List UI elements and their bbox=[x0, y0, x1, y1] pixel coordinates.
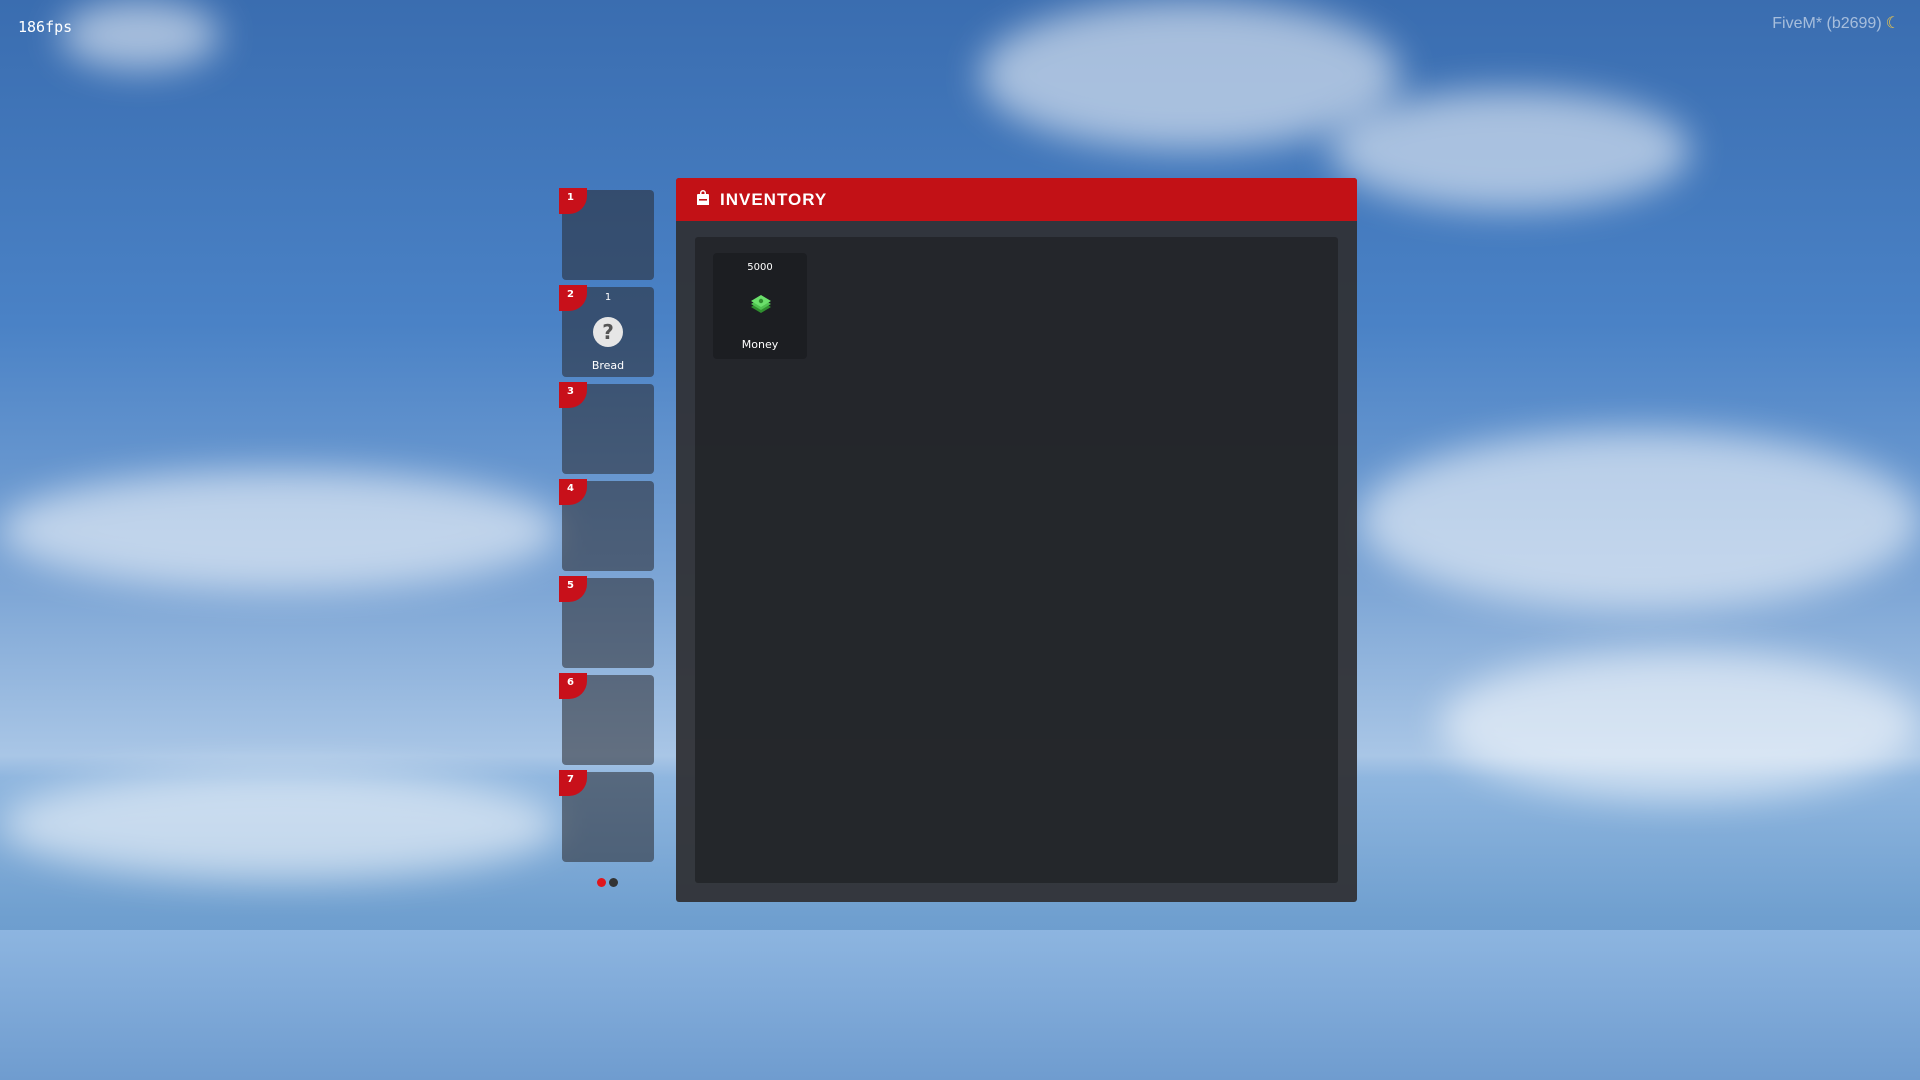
hotbar-slot-3[interactable]: 3 bbox=[559, 382, 654, 474]
slot-number: 3 bbox=[559, 382, 587, 408]
slot-number: 6 bbox=[559, 673, 587, 699]
build-label: FiveM* (b2699) ☾ bbox=[1772, 13, 1900, 33]
page-dot-2[interactable] bbox=[609, 878, 618, 887]
inventory-grid: 5000 Money bbox=[695, 237, 1338, 883]
inventory-title: INVENTORY bbox=[720, 189, 828, 209]
hotbar-slot-2[interactable]: 2 1 ? Bread bbox=[559, 285, 654, 377]
cloud bbox=[1360, 430, 1920, 610]
inventory-panel: INVENTORY 5000 Money bbox=[676, 178, 1357, 902]
cloud bbox=[0, 770, 560, 880]
cloud bbox=[0, 470, 560, 590]
slot-number: 1 bbox=[559, 188, 587, 214]
hotbar-pager bbox=[597, 878, 618, 887]
backpack-icon bbox=[696, 189, 710, 210]
slot-number: 4 bbox=[559, 479, 587, 505]
slot-count: 1 bbox=[604, 292, 612, 303]
cloud bbox=[980, 0, 1400, 150]
item-count: 5000 bbox=[747, 262, 773, 273]
cloud bbox=[60, 0, 220, 70]
hotbar: 1 2 1 ? Bread 3 4 5 6 7 bbox=[559, 188, 656, 869]
cloud bbox=[1330, 90, 1690, 210]
inventory-item-money[interactable]: 5000 Money bbox=[713, 253, 807, 359]
item-label: Money bbox=[741, 338, 779, 351]
build-text: FiveM* (b2699) bbox=[1772, 15, 1882, 32]
cloud bbox=[1440, 650, 1920, 800]
fps-counter: 186fps bbox=[18, 18, 73, 36]
money-icon bbox=[749, 295, 771, 313]
moon-icon: ☾ bbox=[1885, 15, 1900, 32]
page-dot-1[interactable] bbox=[597, 878, 606, 887]
slot-number: 5 bbox=[559, 576, 587, 602]
sea bbox=[0, 930, 1920, 1080]
hotbar-slot-1[interactable]: 1 bbox=[559, 188, 654, 280]
hotbar-slot-7[interactable]: 7 bbox=[559, 770, 654, 862]
slot-number: 7 bbox=[559, 770, 587, 796]
inventory-header: INVENTORY bbox=[676, 178, 1357, 221]
hotbar-slot-5[interactable]: 5 bbox=[559, 576, 654, 668]
hotbar-slot-4[interactable]: 4 bbox=[559, 479, 654, 571]
hotbar-slot-6[interactable]: 6 bbox=[559, 673, 654, 765]
question-icon: ? bbox=[593, 317, 623, 347]
slot-item-label: Bread bbox=[591, 359, 625, 372]
